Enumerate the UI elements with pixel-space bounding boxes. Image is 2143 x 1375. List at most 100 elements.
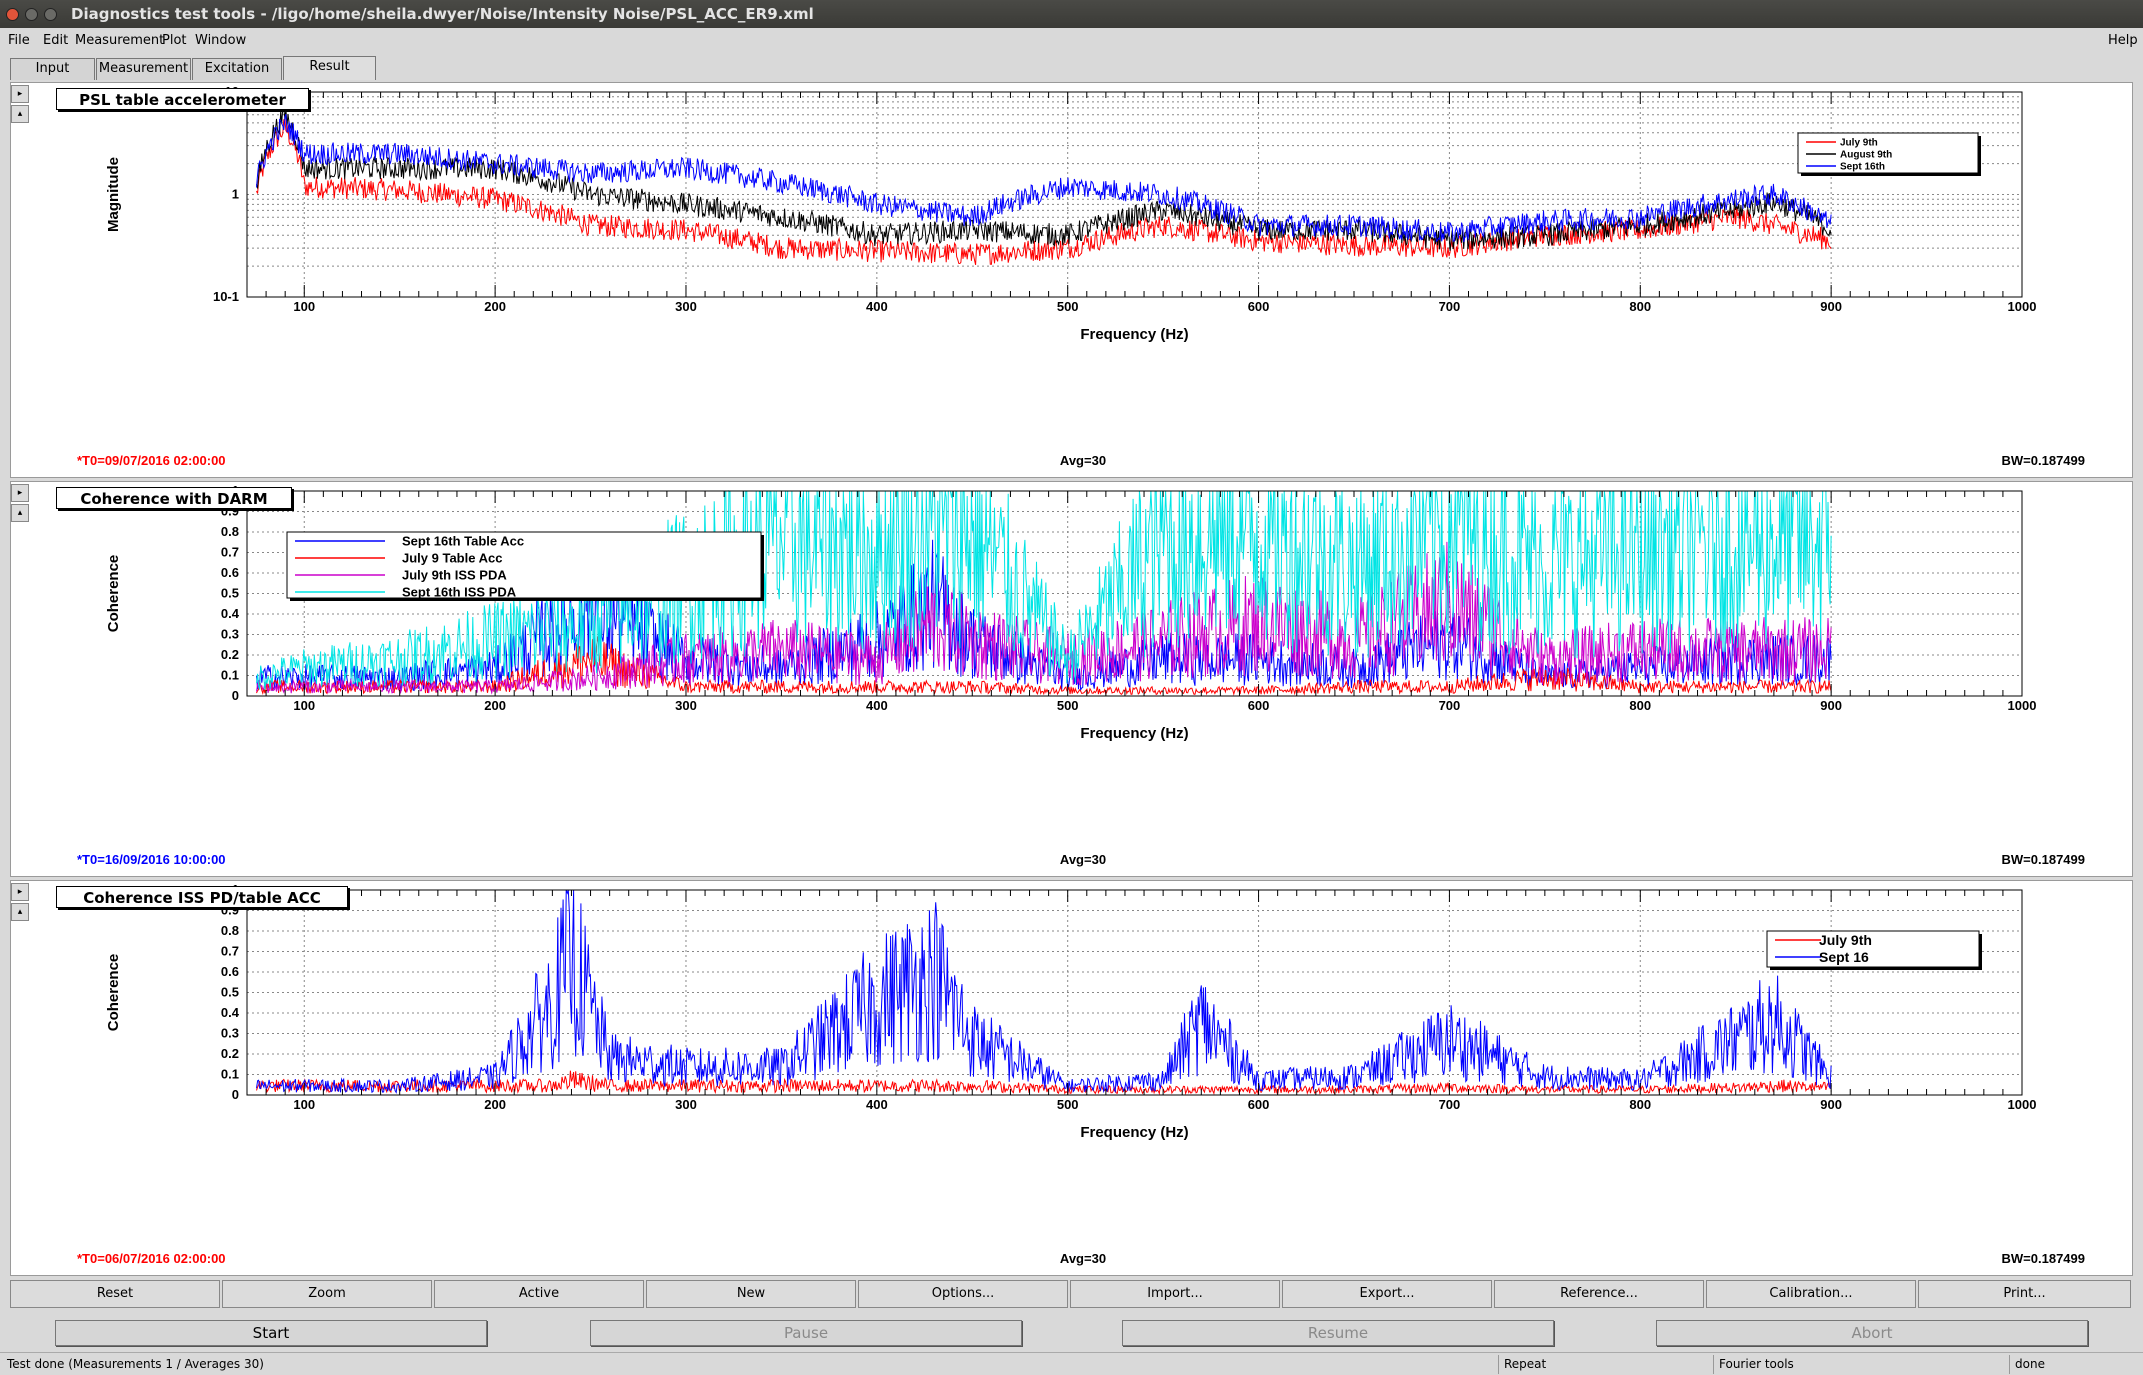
tab-input[interactable]: Input xyxy=(10,58,95,80)
export-button[interactable]: Export... xyxy=(1282,1280,1492,1308)
y-tick-label: 0.6 xyxy=(221,964,239,979)
plot-canvas-psl-accelerometer[interactable]: 100200300400500600700800900100010110-1Fr… xyxy=(11,83,2132,477)
plot-pane-coherence-darm[interactable]: ▸ ▴ 100 200 300 400 500 600 700 800 900 1000 0 0.1 0… xyxy=(10,481,2133,877)
x-tick-label: 500 xyxy=(1057,698,1079,713)
maximize-window-button[interactable] xyxy=(44,7,57,21)
import-button[interactable]: Import... xyxy=(1070,1280,1280,1308)
y-tick-label: 0.2 xyxy=(221,647,239,662)
minimize-window-button[interactable] xyxy=(25,7,38,21)
legend-label: July 9th xyxy=(1840,138,1878,149)
x-tick-label: 300 xyxy=(675,1097,697,1112)
y-tick-label: 0 xyxy=(232,1087,239,1102)
reference-button[interactable]: Reference... xyxy=(1494,1280,1704,1308)
plot-canvas-coherence-iss[interactable]: 100 200 300 400 500 600 700 800 900 1000 0 0.1 0.2 0.… xyxy=(11,881,2132,1275)
calibration-button[interactable]: Calibration... xyxy=(1706,1280,1916,1308)
menu-file[interactable]: File xyxy=(8,33,30,48)
reset-button[interactable]: Reset xyxy=(10,1280,220,1308)
tab-result[interactable]: Result xyxy=(283,56,376,80)
legend-label: Sept 16 xyxy=(1819,949,1869,965)
legend-label: Sept 16th xyxy=(1840,162,1885,173)
run-controls: Start Pause Resume Abort xyxy=(0,1320,2143,1350)
legend-label: July 9th ISS PDA xyxy=(402,568,507,583)
x-tick-label: 200 xyxy=(484,698,506,713)
menu-measurement[interactable]: Measurement xyxy=(75,33,164,48)
x-tick-label: 700 xyxy=(1439,299,1461,314)
tab-excitation[interactable]: Excitation xyxy=(192,58,282,80)
x-axis-label: Frequency (Hz) xyxy=(1080,326,1188,343)
x-tick-label: 300 xyxy=(675,299,697,314)
legend-label: July 9th xyxy=(1819,932,1872,948)
x-tick-label: 800 xyxy=(1629,1097,1651,1112)
x-tick-label: 700 xyxy=(1439,1097,1461,1112)
legend-label: Sept 16th ISS PDA xyxy=(402,585,517,600)
plot-toolbar: Reset Zoom Active New Options... Import.… xyxy=(10,1280,2133,1308)
tab-measurement[interactable]: Measurement xyxy=(96,58,191,80)
status-state: done xyxy=(2009,1355,2141,1374)
bandwidth-label: BW=0.187499 xyxy=(2002,453,2085,468)
options-button[interactable]: Options... xyxy=(858,1280,1068,1308)
zoom-button[interactable]: Zoom xyxy=(222,1280,432,1308)
window-title: Diagnostics test tools - /ligo/home/shei… xyxy=(71,5,814,23)
y-tick-label: 0.5 xyxy=(221,985,239,1000)
menu-plot[interactable]: Plot xyxy=(162,33,187,48)
plot-pane-psl-accelerometer[interactable]: ▸ ▴ 100200300400500600700800900100010110… xyxy=(10,82,2133,478)
legend: July 9thAugust 9thSept 16th xyxy=(1797,132,1981,176)
x-tick-label: 100 xyxy=(293,299,315,314)
y-tick-label: 0.2 xyxy=(221,1046,239,1061)
legend-label: Sept 16th Table Acc xyxy=(402,534,524,549)
y-tick-label: 1 xyxy=(232,187,239,202)
y-tick-label: 0.3 xyxy=(221,1026,239,1041)
resume-button[interactable]: Resume xyxy=(1122,1320,1554,1346)
plot-canvas-coherence-darm[interactable]: 100 200 300 400 500 600 700 800 900 1000 0 0.1 0.2 0.… xyxy=(11,482,2132,876)
menu-help[interactable]: Help xyxy=(2108,33,2138,48)
plot-pane-coherence-iss[interactable]: ▸ ▴ 100 200 300 400 500 600 700 800 900 1000 0 0.1 0… xyxy=(10,880,2133,1276)
x-tick-label: 300 xyxy=(675,698,697,713)
pause-button[interactable]: Pause xyxy=(590,1320,1022,1346)
start-button[interactable]: Start xyxy=(55,1320,487,1346)
menu-bar: File Edit Measurement Plot Window Help xyxy=(0,30,2143,52)
status-mode: Fourier tools xyxy=(1713,1355,2007,1374)
abort-button[interactable]: Abort xyxy=(1656,1320,2088,1346)
y-tick-label: 0.4 xyxy=(221,606,240,621)
new-button[interactable]: New xyxy=(646,1280,856,1308)
x-tick-label: 400 xyxy=(866,1097,888,1112)
start-time-label: *T0=06/07/2016 02:00:00 xyxy=(77,1251,226,1266)
x-tick-label: 600 xyxy=(1248,1097,1270,1112)
plot-title: Coherence ISS PD/table ACC xyxy=(56,886,348,908)
menu-edit[interactable]: Edit xyxy=(43,33,68,48)
print-button[interactable]: Print... xyxy=(1918,1280,2131,1308)
plot-title: PSL table accelerometer xyxy=(56,88,309,110)
legend: July 9thSept 16 xyxy=(1766,930,1982,970)
y-tick-label: 0.7 xyxy=(221,545,239,560)
active-button[interactable]: Active xyxy=(434,1280,644,1308)
menu-window[interactable]: Window xyxy=(195,33,246,48)
start-time-label: *T0=09/07/2016 02:00:00 xyxy=(77,453,226,468)
app-window: Diagnostics test tools - /ligo/home/shei… xyxy=(0,0,2143,1375)
x-tick-label: 800 xyxy=(1629,698,1651,713)
y-tick-label: 0.3 xyxy=(221,627,239,642)
plot-series-group xyxy=(256,889,1832,1096)
x-tick-label: 900 xyxy=(1820,698,1842,713)
y-tick-label: 0.8 xyxy=(221,923,239,938)
start-time-label: *T0=16/09/2016 10:00:00 xyxy=(77,852,226,867)
averages-label: Avg=30 xyxy=(1060,1251,1106,1266)
x-tick-label: 100 xyxy=(293,698,315,713)
y-tick-label: 0.6 xyxy=(221,565,239,580)
x-tick-label: 600 xyxy=(1248,299,1270,314)
y-axis-label: Magnitude xyxy=(105,157,122,232)
legend-label: July 9 Table Acc xyxy=(402,551,502,566)
series-line-2 xyxy=(256,889,1832,1094)
series-line-2 xyxy=(256,105,1832,251)
close-window-button[interactable] xyxy=(6,7,19,21)
legend-box xyxy=(1766,930,1980,968)
x-axis-label: Frequency (Hz) xyxy=(1080,1124,1188,1141)
x-tick-label: 1000 xyxy=(2008,698,2037,713)
y-axis-label: Coherence xyxy=(105,954,122,1032)
bandwidth-label: BW=0.187499 xyxy=(2002,852,2085,867)
plot-grid xyxy=(247,889,2023,1095)
x-tick-label: 900 xyxy=(1820,1097,1842,1112)
x-tick-label: 1000 xyxy=(2008,1097,2037,1112)
x-tick-label: 600 xyxy=(1248,698,1270,713)
status-message: Test done (Measurements 1 / Averages 30) xyxy=(7,1357,264,1371)
y-tick-label: 0.7 xyxy=(221,944,239,959)
